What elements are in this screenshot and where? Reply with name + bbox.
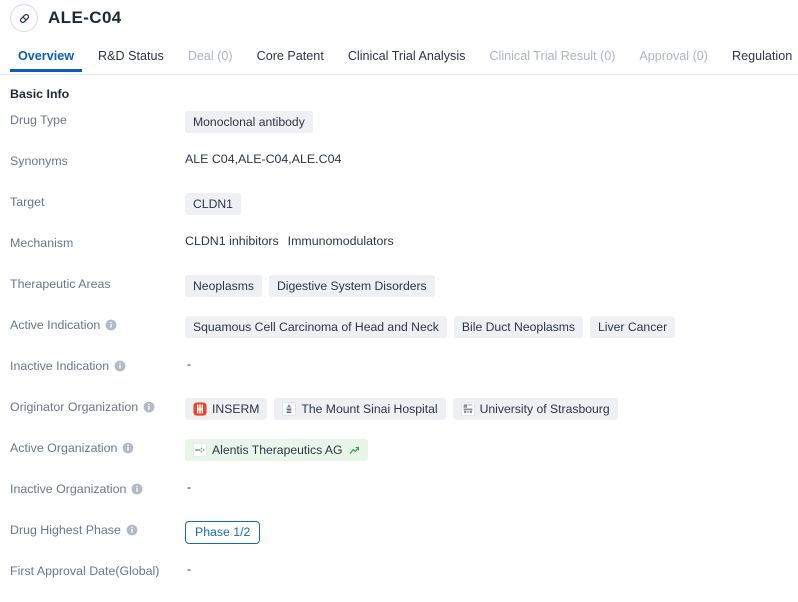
- value-therapeutic-areas: Neoplasms Digestive System Disorders: [185, 274, 798, 297]
- label-therapeutic-areas: Therapeutic Areas: [10, 274, 185, 291]
- tag-organization-mount-sinai[interactable]: The Mount Sinai Hospital: [274, 398, 446, 420]
- label-mechanism: Mechanism: [10, 233, 185, 250]
- tag-active-indication[interactable]: Squamous Cell Carcinoma of Head and Neck: [185, 316, 447, 338]
- tab-approval[interactable]: Approval (0): [627, 41, 720, 72]
- row-synonyms: Synonyms ALE C04,ALE-C04,ALE.C04: [10, 151, 798, 192]
- value-inactive-indication: -: [185, 356, 798, 371]
- info-icon[interactable]: [114, 360, 126, 372]
- tab-rd-status[interactable]: R&D Status: [86, 41, 176, 72]
- tab-overview[interactable]: Overview: [6, 41, 86, 72]
- label-active-indication: Active Indication: [10, 315, 185, 332]
- tab-clinical-trial-analysis[interactable]: Clinical Trial Analysis: [336, 41, 478, 72]
- tag-organization-inserm[interactable]: INSERM: [185, 398, 268, 420]
- value-active-indication: Squamous Cell Carcinoma of Head and Neck…: [185, 315, 798, 338]
- tag-target[interactable]: CLDN1: [185, 193, 241, 215]
- label-originator-organization: Originator Organization: [10, 397, 185, 414]
- synonyms-text: ALE C04,ALE-C04,ALE.C04: [185, 152, 342, 166]
- organization-name: The Mount Sinai Hospital: [301, 402, 438, 416]
- label-text: Originator Organization: [10, 400, 139, 414]
- strasbourg-logo-icon: [460, 402, 475, 416]
- label-text: Active Indication: [10, 318, 101, 332]
- tag-therapeutic-area[interactable]: Neoplasms: [185, 275, 262, 297]
- value-mechanism: CLDN1 inhibitors Immunomodulators: [185, 233, 798, 248]
- info-icon[interactable]: [143, 401, 155, 413]
- value-originator-organization: INSERM The Mount Sinai Hospital Universi…: [185, 397, 798, 420]
- row-therapeutic-areas: Therapeutic Areas Neoplasms Digestive Sy…: [10, 274, 798, 315]
- value-target: CLDN1: [185, 192, 798, 215]
- label-text: Synonyms: [10, 154, 68, 168]
- value-active-organization: Alentis Therapeutics AG: [185, 438, 798, 461]
- row-drug-type: Drug Type Monoclonal antibody: [10, 110, 798, 151]
- tag-organization-alentis[interactable]: Alentis Therapeutics AG: [185, 439, 368, 461]
- row-active-organization: Active Organization Alentis Therapeutics…: [10, 438, 798, 479]
- row-mechanism: Mechanism CLDN1 inhibitors Immunomodulat…: [10, 233, 798, 274]
- organization-name: University of Strasbourg: [479, 402, 610, 416]
- tag-active-indication[interactable]: Liver Cancer: [590, 316, 676, 338]
- label-drug-type: Drug Type: [10, 110, 185, 127]
- mount-sinai-logo-icon: [282, 402, 297, 416]
- label-text: Therapeutic Areas: [10, 277, 111, 291]
- value-synonyms: ALE C04,ALE-C04,ALE.C04: [185, 151, 798, 166]
- tab-regulation[interactable]: Regulation: [720, 41, 798, 72]
- mechanism-item[interactable]: Immunomodulators: [288, 234, 394, 248]
- row-target: Target CLDN1: [10, 192, 798, 233]
- info-icon[interactable]: [131, 483, 143, 495]
- info-icon[interactable]: [126, 524, 138, 536]
- organization-name: Alentis Therapeutics AG: [212, 443, 343, 457]
- organization-name: INSERM: [212, 402, 260, 416]
- label-inactive-organization: Inactive Organization: [10, 479, 185, 496]
- tag-therapeutic-area[interactable]: Digestive System Disorders: [268, 275, 435, 297]
- row-inactive-indication: Inactive Indication -: [10, 356, 798, 397]
- label-drug-highest-phase: Drug Highest Phase: [10, 520, 185, 537]
- page-title: ALE-C04: [48, 8, 122, 27]
- alentis-logo-icon: [193, 443, 207, 457]
- tab-clinical-trial-result[interactable]: Clinical Trial Result (0): [477, 41, 627, 72]
- empty-value: -: [187, 480, 192, 494]
- label-text: Inactive Organization: [10, 482, 127, 496]
- tab-deal[interactable]: Deal (0): [176, 41, 245, 72]
- empty-value: -: [187, 357, 192, 371]
- tabs-bar: Overview R&D Status Deal (0) Core Patent…: [0, 41, 798, 75]
- label-first-approval-date: First Approval Date(Global): [10, 561, 185, 578]
- empty-value: -: [187, 562, 192, 576]
- inserm-logo-icon: [193, 402, 207, 416]
- label-text: First Approval Date(Global): [10, 564, 160, 578]
- tag-organization-strasbourg[interactable]: University of Strasbourg: [452, 398, 618, 420]
- tag-active-indication[interactable]: Bile Duct Neoplasms: [453, 316, 584, 338]
- row-inactive-organization: Inactive Organization -: [10, 479, 798, 520]
- label-text: Drug Type: [10, 113, 67, 127]
- value-first-approval-date: -: [185, 561, 798, 576]
- label-inactive-indication: Inactive Indication: [10, 356, 185, 373]
- pill-capsule-icon: [10, 4, 38, 32]
- section-title-basic-info: Basic Info: [10, 87, 70, 101]
- label-synonyms: Synonyms: [10, 151, 185, 168]
- label-text: Inactive Indication: [10, 359, 110, 373]
- label-text: Mechanism: [10, 236, 74, 250]
- info-icon[interactable]: [122, 442, 134, 454]
- label-text: Active Organization: [10, 441, 118, 455]
- label-target: Target: [10, 192, 185, 209]
- row-first-approval-date: First Approval Date(Global) -: [10, 561, 798, 602]
- row-drug-highest-phase: Drug Highest Phase Phase 1/2: [10, 520, 798, 561]
- tab-core-patent[interactable]: Core Patent: [245, 41, 336, 72]
- value-drug-type: Monoclonal antibody: [185, 110, 798, 133]
- label-active-organization: Active Organization: [10, 438, 185, 455]
- row-active-indication: Active Indication Squamous Cell Carcinom…: [10, 315, 798, 356]
- phase-badge[interactable]: Phase 1/2: [185, 521, 261, 544]
- page-header: ALE-C04: [0, 3, 798, 33]
- trend-up-icon: [349, 445, 360, 456]
- overview-content: Basic Info Drug Type Monoclonal antibody…: [0, 75, 798, 602]
- value-inactive-organization: -: [185, 479, 798, 494]
- value-drug-highest-phase: Phase 1/2: [185, 520, 798, 544]
- row-originator-organization: Originator Organization INSERM The Mount…: [10, 397, 798, 438]
- tag-drug-type[interactable]: Monoclonal antibody: [185, 111, 313, 133]
- label-text: Drug Highest Phase: [10, 523, 121, 537]
- info-icon[interactable]: [105, 319, 117, 331]
- label-text: Target: [10, 195, 45, 209]
- mechanism-item[interactable]: CLDN1 inhibitors: [185, 234, 279, 248]
